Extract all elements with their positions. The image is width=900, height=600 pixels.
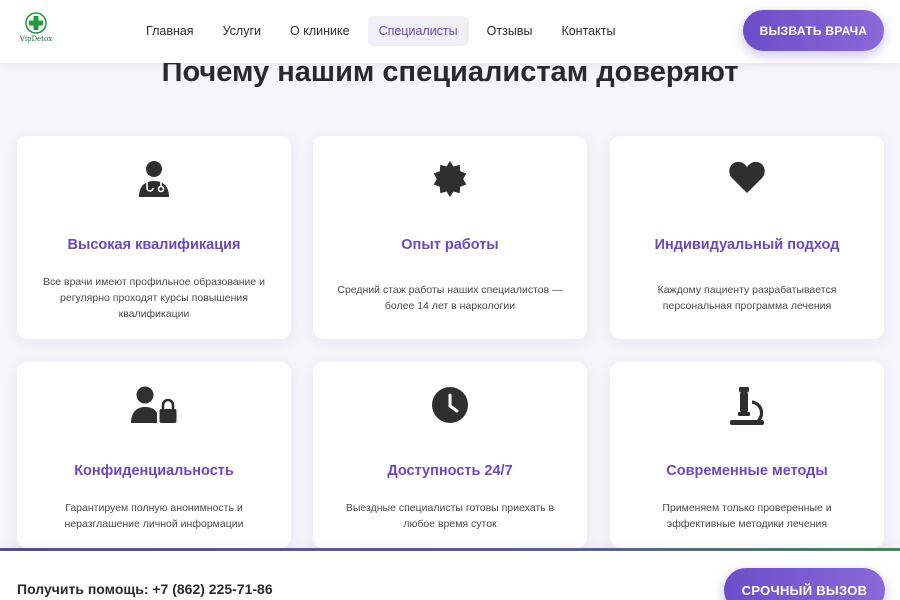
card-text: Средний стаж работы наших специалистов —… bbox=[337, 284, 563, 312]
badge-icon bbox=[313, 160, 587, 200]
sticky-help-bar: Получить помощь: +7 (862) 225-71-86 СРОЧ… bbox=[0, 548, 900, 600]
feature-card-confidentiality: Конфиденциальность Гарантируем полную ан… bbox=[17, 362, 291, 548]
nav-item-specialists[interactable]: Специалисты bbox=[367, 16, 469, 46]
site-header: VipDetox Главная Услуги О клинике Специа… bbox=[0, 0, 900, 63]
card-title: Доступность 24/7 bbox=[387, 463, 513, 479]
card-title: Опыт работы bbox=[401, 237, 499, 253]
heart-icon bbox=[610, 160, 884, 200]
card-text: Все врачи имеют профильное образование и… bbox=[43, 276, 265, 320]
card-text: Гарантируем полную анонимность и неразгл… bbox=[64, 502, 244, 530]
feature-card-qualification: Высокая квалификация Все врачи имеют про… bbox=[17, 136, 291, 339]
card-title: Высокая квалификация bbox=[67, 237, 241, 253]
nav-item-services[interactable]: Услуги bbox=[212, 16, 272, 46]
microscope-icon bbox=[610, 386, 884, 426]
nav-item-contacts[interactable]: Контакты bbox=[550, 16, 626, 46]
help-phone-text[interactable]: Получить помощь: +7 (862) 225-71-86 bbox=[17, 581, 273, 597]
user-lock-icon bbox=[17, 386, 291, 426]
logo-text: VipDetox bbox=[19, 35, 53, 43]
logo[interactable]: VipDetox bbox=[18, 12, 54, 43]
card-text: Применяем только проверенные и эффективн… bbox=[662, 502, 832, 530]
feature-card-modern-methods: Современные методы Применяем только пров… bbox=[610, 362, 884, 548]
clock-icon bbox=[313, 386, 587, 426]
nav-item-about[interactable]: О клинике bbox=[279, 16, 361, 46]
feature-card-experience: Опыт работы Средний стаж работы наших сп… bbox=[313, 136, 587, 339]
nav-item-reviews[interactable]: Отзывы bbox=[476, 16, 544, 46]
main-nav: Главная Услуги О клинике Специалисты Отз… bbox=[135, 16, 633, 46]
nav-item-home[interactable]: Главная bbox=[135, 16, 205, 46]
card-title: Индивидуальный подход bbox=[654, 237, 840, 253]
call-doctor-button[interactable]: ВЫЗВАТЬ ВРАЧА bbox=[743, 10, 884, 51]
card-text: Каждому пациенту разрабатывается персона… bbox=[657, 284, 837, 312]
feature-card-individual: Индивидуальный подход Каждому пациенту р… bbox=[610, 136, 884, 339]
logo-cross-icon bbox=[25, 12, 47, 34]
doctor-icon bbox=[17, 160, 291, 200]
card-text: Выездные специалисты готовы приехать в л… bbox=[345, 502, 555, 530]
feature-card-availability: Доступность 24/7 Выездные специалисты го… bbox=[313, 362, 587, 548]
urgent-call-button[interactable]: СРОЧНЫЙ ВЫЗОВ bbox=[724, 568, 885, 600]
card-title: Конфиденциальность bbox=[74, 463, 234, 479]
card-title: Современные методы bbox=[666, 463, 828, 479]
